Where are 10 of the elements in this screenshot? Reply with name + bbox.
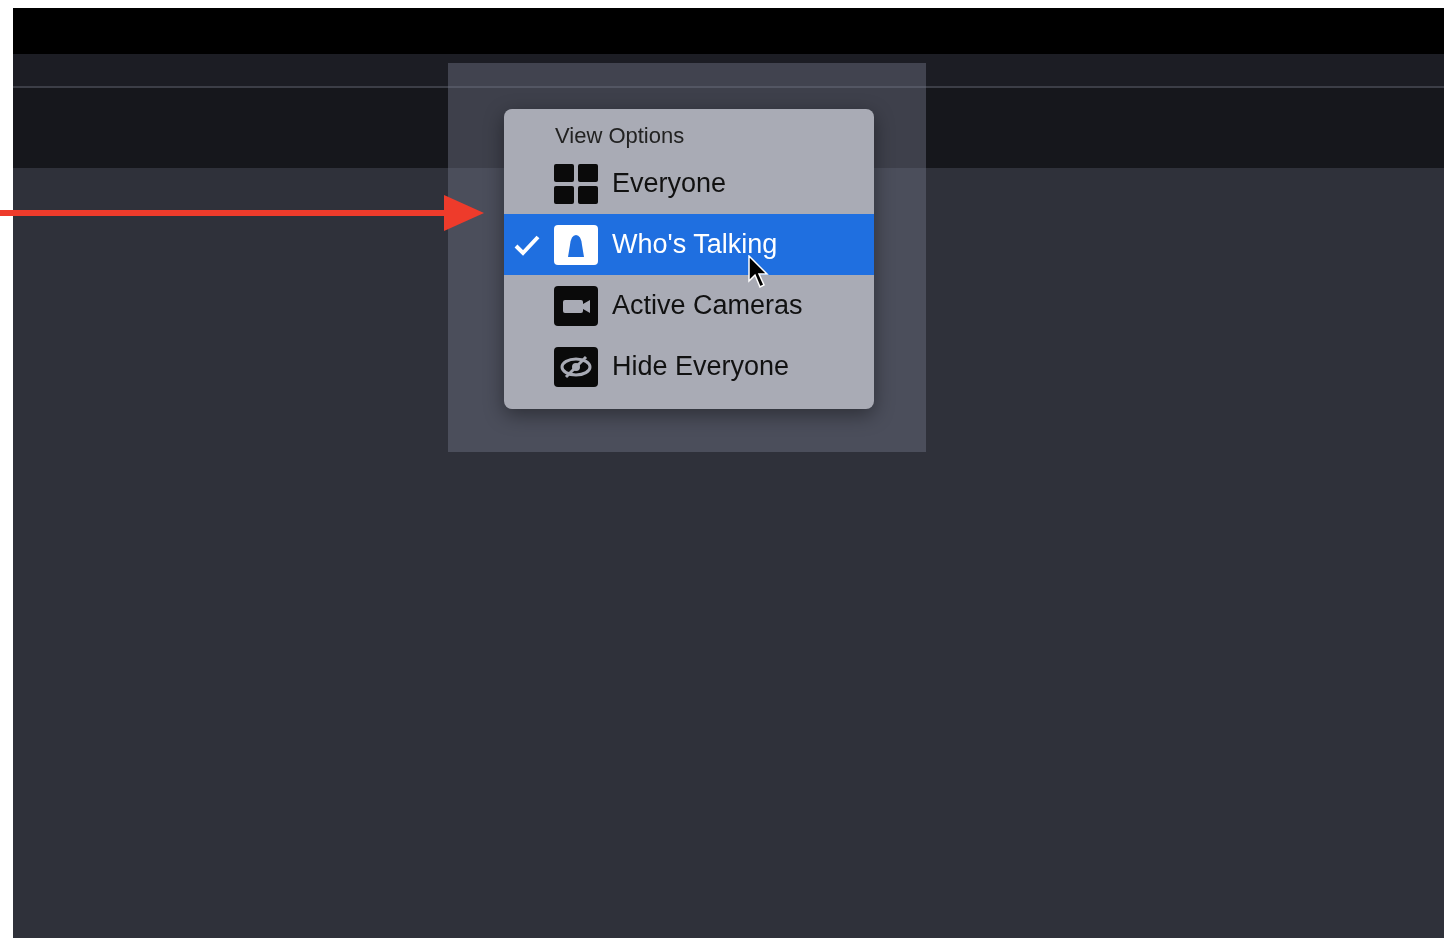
menu-item[interactable]: Everyone	[504, 153, 874, 214]
menu-item[interactable]: Hide Everyone	[504, 336, 874, 397]
grid-icon	[554, 163, 598, 204]
menu-title: View Options	[555, 122, 686, 150]
menu-item[interactable]: Active Cameras	[504, 275, 874, 336]
menu-item[interactable]: Who's Talking	[504, 214, 874, 275]
hidden-eye-icon	[554, 346, 598, 387]
video-camera-icon	[554, 285, 598, 326]
check-icon	[514, 233, 540, 256]
person-icon	[554, 224, 598, 265]
